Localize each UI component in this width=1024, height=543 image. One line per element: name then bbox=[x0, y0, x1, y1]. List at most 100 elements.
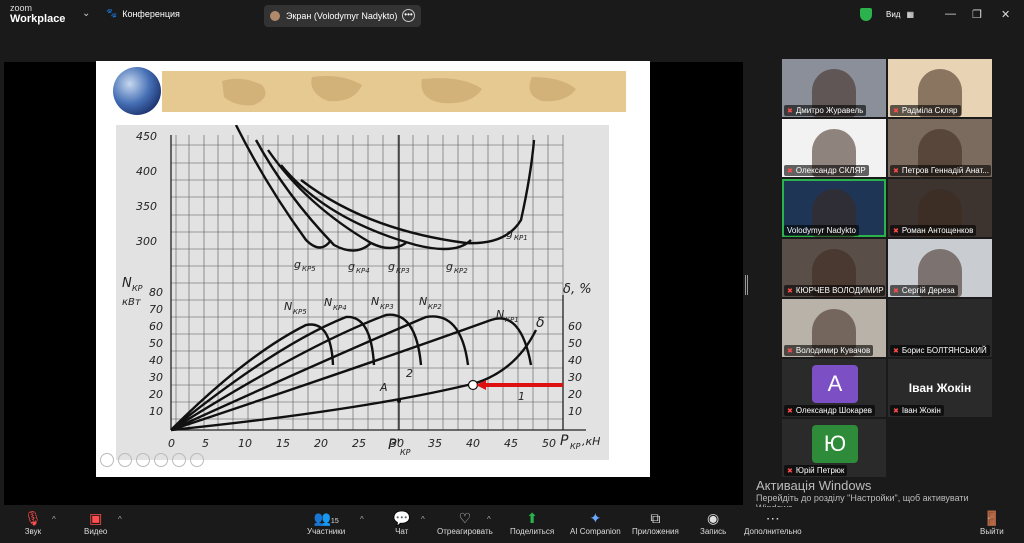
participant-tile[interactable]: A ✖ Олександр Шокарев bbox=[782, 359, 886, 417]
participant-tile[interactable]: ✖ Радміла Скляр bbox=[888, 59, 992, 117]
p-prime-label: P' bbox=[388, 437, 400, 453]
ai-companion-button[interactable]: ✦ AI Companion bbox=[570, 509, 621, 536]
g-label-4: g bbox=[348, 260, 355, 273]
security-shield-icon[interactable] bbox=[860, 8, 872, 21]
leave-label: Выйти bbox=[980, 527, 1004, 536]
minimize-icon[interactable]: — bbox=[945, 8, 956, 20]
nomogram-chart: 450 400 350 300 N КР кВт 80 70 60 50 40 … bbox=[116, 124, 609, 460]
y-right-tick-2: 40 bbox=[568, 354, 582, 367]
chat-label: Чат bbox=[395, 527, 409, 536]
participant-name-tag: ✖ Роман Антощенков bbox=[890, 225, 977, 236]
participants-button[interactable]: 👥15 Участники bbox=[307, 509, 345, 536]
y-right-label: δ, % bbox=[563, 282, 592, 297]
participant-tile[interactable]: ✖ Петров Геннадій Анат... bbox=[888, 119, 992, 177]
video-label: Видео bbox=[84, 527, 108, 536]
y-left-tick-4: 40 bbox=[149, 354, 163, 367]
participant-tile[interactable]: ✖ Роман Антощенков bbox=[888, 179, 992, 237]
record-label: Запись bbox=[700, 527, 727, 536]
participant-tile[interactable]: Ю ✖ Юрій Петрюк bbox=[782, 419, 886, 477]
participant-tile[interactable]: ✖ Дмитро Журавель bbox=[782, 59, 886, 117]
participant-tile[interactable]: ✖ Володимир Кувачов bbox=[782, 299, 886, 357]
share-button[interactable]: ⬆ Поделиться bbox=[510, 509, 554, 536]
react-options-caret[interactable]: ^ bbox=[487, 515, 491, 524]
video-options-caret[interactable]: ^ bbox=[118, 515, 122, 524]
video-button[interactable]: ▣ Видео bbox=[84, 509, 107, 536]
g-label-5: g bbox=[294, 258, 301, 271]
view-menu[interactable]: Вид ▦ bbox=[886, 10, 914, 19]
conference-label: Конференция bbox=[122, 8, 180, 19]
participant-name-tag: Volodymyr Nadykto bbox=[784, 225, 859, 236]
conference-menu[interactable]: 🐾 Конференция bbox=[106, 8, 180, 19]
participant-name-tag: ✖ Дмитро Журавель bbox=[784, 105, 867, 116]
y-right-tick-0: 60 bbox=[568, 320, 582, 333]
chat-button[interactable]: 💬 Чат bbox=[393, 509, 410, 536]
curve-2-label: 2 bbox=[406, 367, 413, 380]
chat-options-caret[interactable]: ^ bbox=[421, 515, 425, 524]
participant-name-tag: ✖ Борис БОЛТЯНСЬКИЙ bbox=[890, 345, 990, 356]
screen-share-indicator[interactable]: Экран (Volodymyr Nadykto) ••• bbox=[264, 5, 421, 27]
participant-tile[interactable]: Volodymyr Nadykto bbox=[782, 179, 886, 237]
n-label-5: N bbox=[284, 300, 292, 313]
g-label-2: g bbox=[446, 260, 453, 273]
participant-tile[interactable]: ✖ Сергій Дереза bbox=[888, 239, 992, 297]
avatar: Ю bbox=[812, 425, 858, 463]
participant-name-tag: ✖ Петров Геннадій Анат... bbox=[890, 165, 991, 176]
participant-name-tag: ✖ Сергій Дереза bbox=[890, 285, 958, 296]
x-tick-8: 40 bbox=[466, 437, 480, 450]
mic-muted-icon: ✖ bbox=[893, 287, 899, 295]
pen-icon[interactable] bbox=[136, 453, 150, 467]
mic-muted-icon: ✖ bbox=[787, 467, 793, 475]
participant-name: Volodymyr Nadykto bbox=[787, 226, 856, 235]
y-left-sub: КР bbox=[132, 284, 143, 293]
participant-tile[interactable]: ✖ Борис БОЛТЯНСЬКИЙ bbox=[888, 299, 992, 357]
audio-button[interactable]: 🎙 Звук bbox=[24, 509, 42, 536]
x-tick-9: 45 bbox=[504, 437, 518, 450]
heart-icon: ♡ bbox=[458, 510, 472, 526]
react-button[interactable]: ♡ Отреагировать bbox=[437, 509, 493, 536]
n-curve-1 bbox=[170, 317, 533, 432]
slides-grid-icon[interactable] bbox=[154, 453, 168, 467]
n-label-4: N bbox=[324, 296, 332, 309]
close-icon[interactable]: ✕ bbox=[1001, 8, 1010, 21]
leave-button[interactable]: 🚪 Выйти bbox=[980, 509, 1004, 536]
mic-muted-icon: ✖ bbox=[893, 227, 899, 235]
participant-tile[interactable]: Іван Жокін ✖ Іван Жокін bbox=[888, 359, 992, 417]
restore-icon[interactable]: ❐ bbox=[972, 8, 982, 21]
participant-name: Петров Геннадій Анат... bbox=[901, 166, 989, 175]
audio-options-caret[interactable]: ^ bbox=[52, 515, 56, 524]
g-label-1: g bbox=[506, 227, 513, 240]
more-label: Дополнительно bbox=[744, 527, 802, 536]
y-left-unit: кВт bbox=[122, 297, 142, 308]
x-axis-unit: ,кН bbox=[582, 435, 600, 448]
view-label: Вид bbox=[886, 10, 901, 19]
y-right-tick-5: 10 bbox=[568, 405, 582, 418]
mic-muted-icon: ✖ bbox=[893, 347, 899, 355]
panel-resize-handle[interactable] bbox=[745, 275, 748, 295]
more-options-icon[interactable]: ••• bbox=[402, 9, 415, 22]
more-button[interactable]: ⋯ Дополнительно bbox=[744, 509, 802, 536]
y-right-tick-1: 50 bbox=[568, 337, 582, 350]
x-tick-3: 15 bbox=[276, 437, 290, 450]
participant-tile[interactable]: ✖ Олександр СКЛЯР bbox=[782, 119, 886, 177]
x-tick-4: 20 bbox=[314, 437, 328, 450]
g-sub-2: КР2 bbox=[454, 267, 468, 275]
avatar: A bbox=[812, 365, 858, 403]
prev-slide-icon[interactable] bbox=[100, 453, 114, 467]
participants-options-caret[interactable]: ^ bbox=[360, 515, 364, 524]
participant-name: Володимир Кувачов bbox=[795, 346, 871, 355]
point-intersection bbox=[397, 399, 401, 403]
presentation-slide: 450 400 350 300 N КР кВт 80 70 60 50 40 … bbox=[96, 61, 650, 477]
zoom-icon[interactable] bbox=[172, 453, 186, 467]
apps-button[interactable]: ⧉ Приложения bbox=[632, 509, 679, 536]
participant-tile[interactable]: ✖ КЮРЧЕВ ВОЛОДИМИР bbox=[782, 239, 886, 297]
more-slide-options-icon[interactable] bbox=[190, 453, 204, 467]
record-button[interactable]: ◉ Запись bbox=[700, 509, 726, 536]
next-slide-icon[interactable] bbox=[118, 453, 132, 467]
g-curve-2 bbox=[280, 164, 472, 251]
participant-name: Сергій Дереза bbox=[901, 286, 955, 295]
participant-name: Юрій Петрюк bbox=[795, 466, 845, 475]
mic-muted-icon: ✖ bbox=[787, 167, 793, 175]
chevron-down-icon[interactable]: ⌄ bbox=[82, 8, 90, 19]
n-label-3: N bbox=[371, 295, 379, 308]
curve-1-label: 1 bbox=[518, 390, 525, 403]
